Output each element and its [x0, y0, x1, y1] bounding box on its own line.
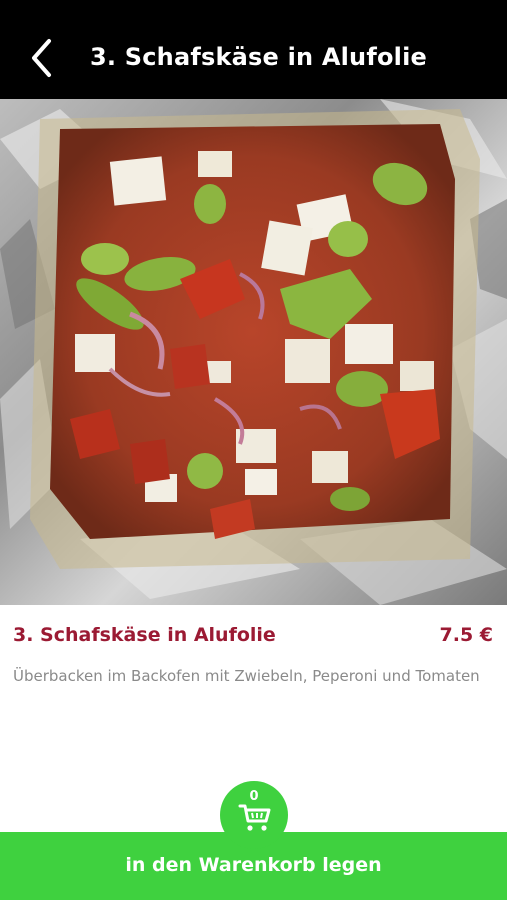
cart-count-badge: 0 — [249, 789, 259, 804]
product-description: Überbacken im Backofen mit Zwiebeln, Pep… — [13, 667, 480, 685]
shopping-cart-icon — [238, 804, 271, 831]
chevron-left-icon — [32, 39, 51, 77]
back-button[interactable] — [20, 36, 64, 80]
product-price: 7.5 € — [439, 624, 494, 646]
page-title: 3. Schafskäse in Alufolie — [90, 43, 427, 71]
cart-button[interactable]: 0 — [220, 781, 288, 849]
add-to-cart-label: in den Warenkorb legen — [125, 854, 382, 876]
app-screen: 3. Schafskäse in Alufolie 3. Schafskäse … — [0, 0, 507, 900]
top-bar: 3. Schafskäse in Alufolie — [0, 0, 507, 99]
product-image — [0, 99, 507, 605]
product-title: 3. Schafskäse in Alufolie — [13, 624, 276, 646]
